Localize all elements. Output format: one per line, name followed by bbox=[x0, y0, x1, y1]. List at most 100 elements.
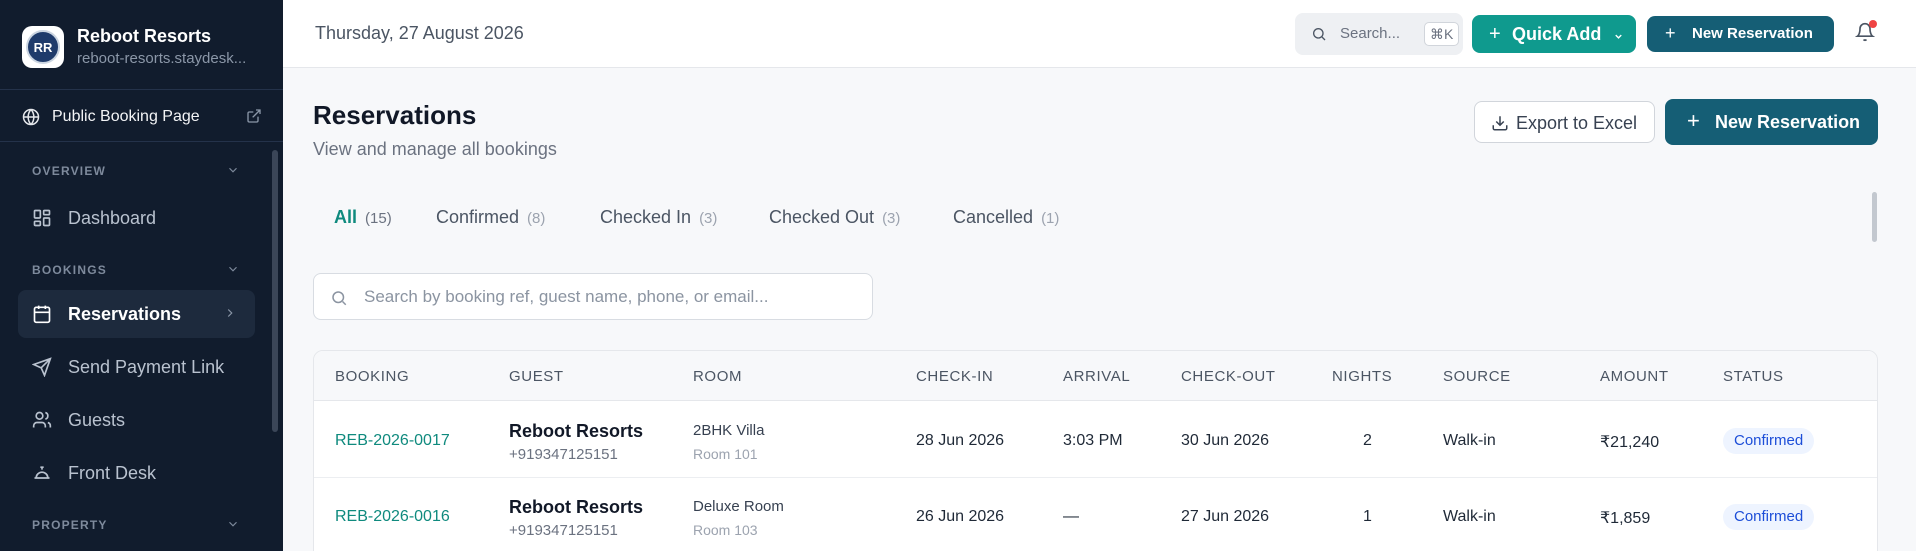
room-type: 2BHK Villa bbox=[693, 422, 765, 439]
tab-label: Checked Out bbox=[769, 207, 875, 227]
tab-confirmed[interactable]: Confirmed (8) bbox=[436, 207, 545, 228]
tab-checked-out[interactable]: Checked Out (3) bbox=[769, 207, 900, 228]
reservation-search-input[interactable] bbox=[364, 286, 854, 308]
brand-logo-mark: RR bbox=[26, 30, 60, 64]
section-overview[interactable]: OVERVIEW bbox=[32, 164, 106, 178]
sidebar-item-send-payment-link[interactable]: Send Payment Link bbox=[18, 343, 255, 391]
tab-checked-in[interactable]: Checked In (3) bbox=[600, 207, 717, 228]
export-to-excel-button[interactable]: Export to Excel bbox=[1474, 101, 1655, 143]
global-search-button[interactable]: Search... ⌘K bbox=[1295, 13, 1463, 55]
table-header: BOOKING GUEST ROOM CHECK-IN ARRIVAL CHEC… bbox=[314, 351, 1877, 401]
tab-label: All bbox=[334, 207, 358, 227]
column-header-nights[interactable]: NIGHTS bbox=[1332, 368, 1392, 385]
sidebar-item-reservations[interactable]: Reservations bbox=[18, 290, 255, 338]
section-property[interactable]: PROPERTY bbox=[32, 518, 108, 532]
public-booking-page-label: Public Booking Page bbox=[52, 108, 200, 125]
section-bookings[interactable]: BOOKINGS bbox=[32, 263, 107, 277]
plus-icon: + bbox=[1665, 23, 1676, 43]
tab-all[interactable]: All (15) bbox=[334, 207, 392, 228]
column-header-status[interactable]: STATUS bbox=[1723, 368, 1784, 385]
sidebar-item-label: Reservations bbox=[68, 304, 182, 324]
table-row[interactable]: REB-2026-0017 Reboot Resorts +9193471251… bbox=[314, 402, 1877, 478]
sidebar-item-label: Guests bbox=[68, 410, 126, 430]
column-header-arrival[interactable]: ARRIVAL bbox=[1063, 368, 1130, 385]
page-title: Reservations bbox=[313, 100, 477, 130]
chevron-down-icon bbox=[1613, 29, 1624, 47]
booking-ref-link[interactable]: REB-2026-0017 bbox=[335, 432, 450, 450]
arrival-time: 3:03 PM bbox=[1063, 432, 1123, 449]
quick-add-button[interactable]: + Quick Add bbox=[1472, 15, 1636, 53]
room-number: Room 103 bbox=[693, 522, 758, 538]
column-header-booking[interactable]: BOOKING bbox=[335, 368, 409, 385]
new-reservation-top-label: New Reservation bbox=[1692, 25, 1813, 42]
booking-source: Walk-in bbox=[1443, 508, 1496, 525]
current-date: Thursday, 27 August 2026 bbox=[315, 23, 524, 43]
new-reservation-top-button[interactable]: + New Reservation bbox=[1647, 16, 1834, 52]
public-booking-page-link[interactable]: Public Booking Page bbox=[0, 92, 283, 142]
reservation-search[interactable] bbox=[313, 273, 873, 320]
chevron-down-icon[interactable] bbox=[226, 517, 240, 536]
column-header-source[interactable]: SOURCE bbox=[1443, 368, 1511, 385]
tab-count: (8) bbox=[527, 210, 546, 227]
tab-label: Cancelled bbox=[953, 207, 1034, 227]
new-reservation-label: New Reservation bbox=[1715, 112, 1861, 132]
guest-phone: +919347125151 bbox=[509, 446, 618, 463]
new-reservation-button[interactable]: + New Reservation bbox=[1665, 99, 1878, 145]
sidebar-item-dashboard[interactable]: Dashboard bbox=[18, 194, 255, 242]
tab-count: (15) bbox=[365, 210, 392, 227]
status-badge: Confirmed bbox=[1723, 428, 1815, 454]
tab-cancelled[interactable]: Cancelled (1) bbox=[953, 207, 1059, 228]
check-out-date: 27 Jun 2026 bbox=[1181, 508, 1270, 525]
guest-name: Reboot Resorts bbox=[509, 497, 644, 517]
table-row[interactable]: REB-2026-0016 Reboot Resorts +9193471251… bbox=[314, 478, 1877, 551]
sidebar-item-label: Front Desk bbox=[68, 463, 157, 483]
sidebar-item-label: Dashboard bbox=[68, 208, 157, 228]
room-number: Room 101 bbox=[693, 446, 758, 462]
guest-phone: +919347125151 bbox=[509, 522, 618, 539]
brand-logo: RR bbox=[22, 26, 64, 68]
plus-icon: + bbox=[1687, 108, 1700, 133]
brand-name: Reboot Resorts bbox=[77, 26, 212, 46]
plus-icon: + bbox=[1489, 23, 1501, 45]
column-header-check-in[interactable]: CHECK-IN bbox=[916, 368, 993, 385]
brand-header[interactable]: RR Reboot Resorts reboot-resorts.staydes… bbox=[0, 0, 283, 90]
column-header-guest[interactable]: GUEST bbox=[509, 368, 564, 385]
tab-count: (1) bbox=[1041, 210, 1060, 227]
check-out-date: 30 Jun 2026 bbox=[1181, 432, 1270, 449]
download-icon bbox=[1491, 114, 1509, 137]
bell-concierge-icon bbox=[32, 463, 52, 488]
chevron-right-icon bbox=[223, 306, 237, 325]
column-header-amount[interactable]: AMOUNT bbox=[1600, 368, 1669, 385]
chevron-down-icon[interactable] bbox=[226, 262, 240, 281]
dashboard-icon bbox=[32, 208, 52, 233]
tab-label: Confirmed bbox=[436, 207, 520, 227]
tab-count: (3) bbox=[699, 210, 718, 227]
check-in-date: 26 Jun 2026 bbox=[916, 508, 1005, 525]
sidebar-scrollbar[interactable] bbox=[272, 150, 278, 432]
users-icon bbox=[32, 410, 52, 435]
topbar: Thursday, 27 August 2026 Search... ⌘K + … bbox=[283, 0, 1916, 68]
sidebar-item-front-desk[interactable]: Front Desk bbox=[18, 449, 255, 497]
booking-amount: ₹1,859 bbox=[1600, 510, 1651, 527]
export-to-excel-label: Export to Excel bbox=[1516, 113, 1638, 133]
column-header-room[interactable]: ROOM bbox=[693, 368, 742, 385]
main-scrollbar[interactable] bbox=[1872, 192, 1877, 242]
arrival-time: — bbox=[1063, 508, 1079, 525]
booking-source: Walk-in bbox=[1443, 432, 1496, 449]
sidebar-item-label: Send Payment Link bbox=[68, 357, 225, 377]
search-icon bbox=[330, 289, 348, 312]
tab-count: (3) bbox=[882, 210, 901, 227]
status-badge: Confirmed bbox=[1723, 504, 1815, 530]
nights-count: 2 bbox=[1363, 432, 1372, 449]
chevron-down-icon[interactable] bbox=[226, 163, 240, 182]
reservations-table: BOOKING GUEST ROOM CHECK-IN ARRIVAL CHEC… bbox=[313, 350, 1878, 551]
room-type: Deluxe Room bbox=[693, 498, 784, 515]
search-icon bbox=[1311, 26, 1327, 47]
column-header-check-out[interactable]: CHECK-OUT bbox=[1181, 368, 1276, 385]
globe-icon bbox=[22, 108, 40, 131]
booking-ref-link[interactable]: REB-2026-0016 bbox=[335, 508, 450, 526]
send-icon bbox=[31, 357, 52, 382]
external-link-icon bbox=[246, 108, 262, 129]
sidebar-item-guests[interactable]: Guests bbox=[18, 396, 255, 444]
keyboard-shortcut-badge: ⌘K bbox=[1424, 22, 1460, 46]
